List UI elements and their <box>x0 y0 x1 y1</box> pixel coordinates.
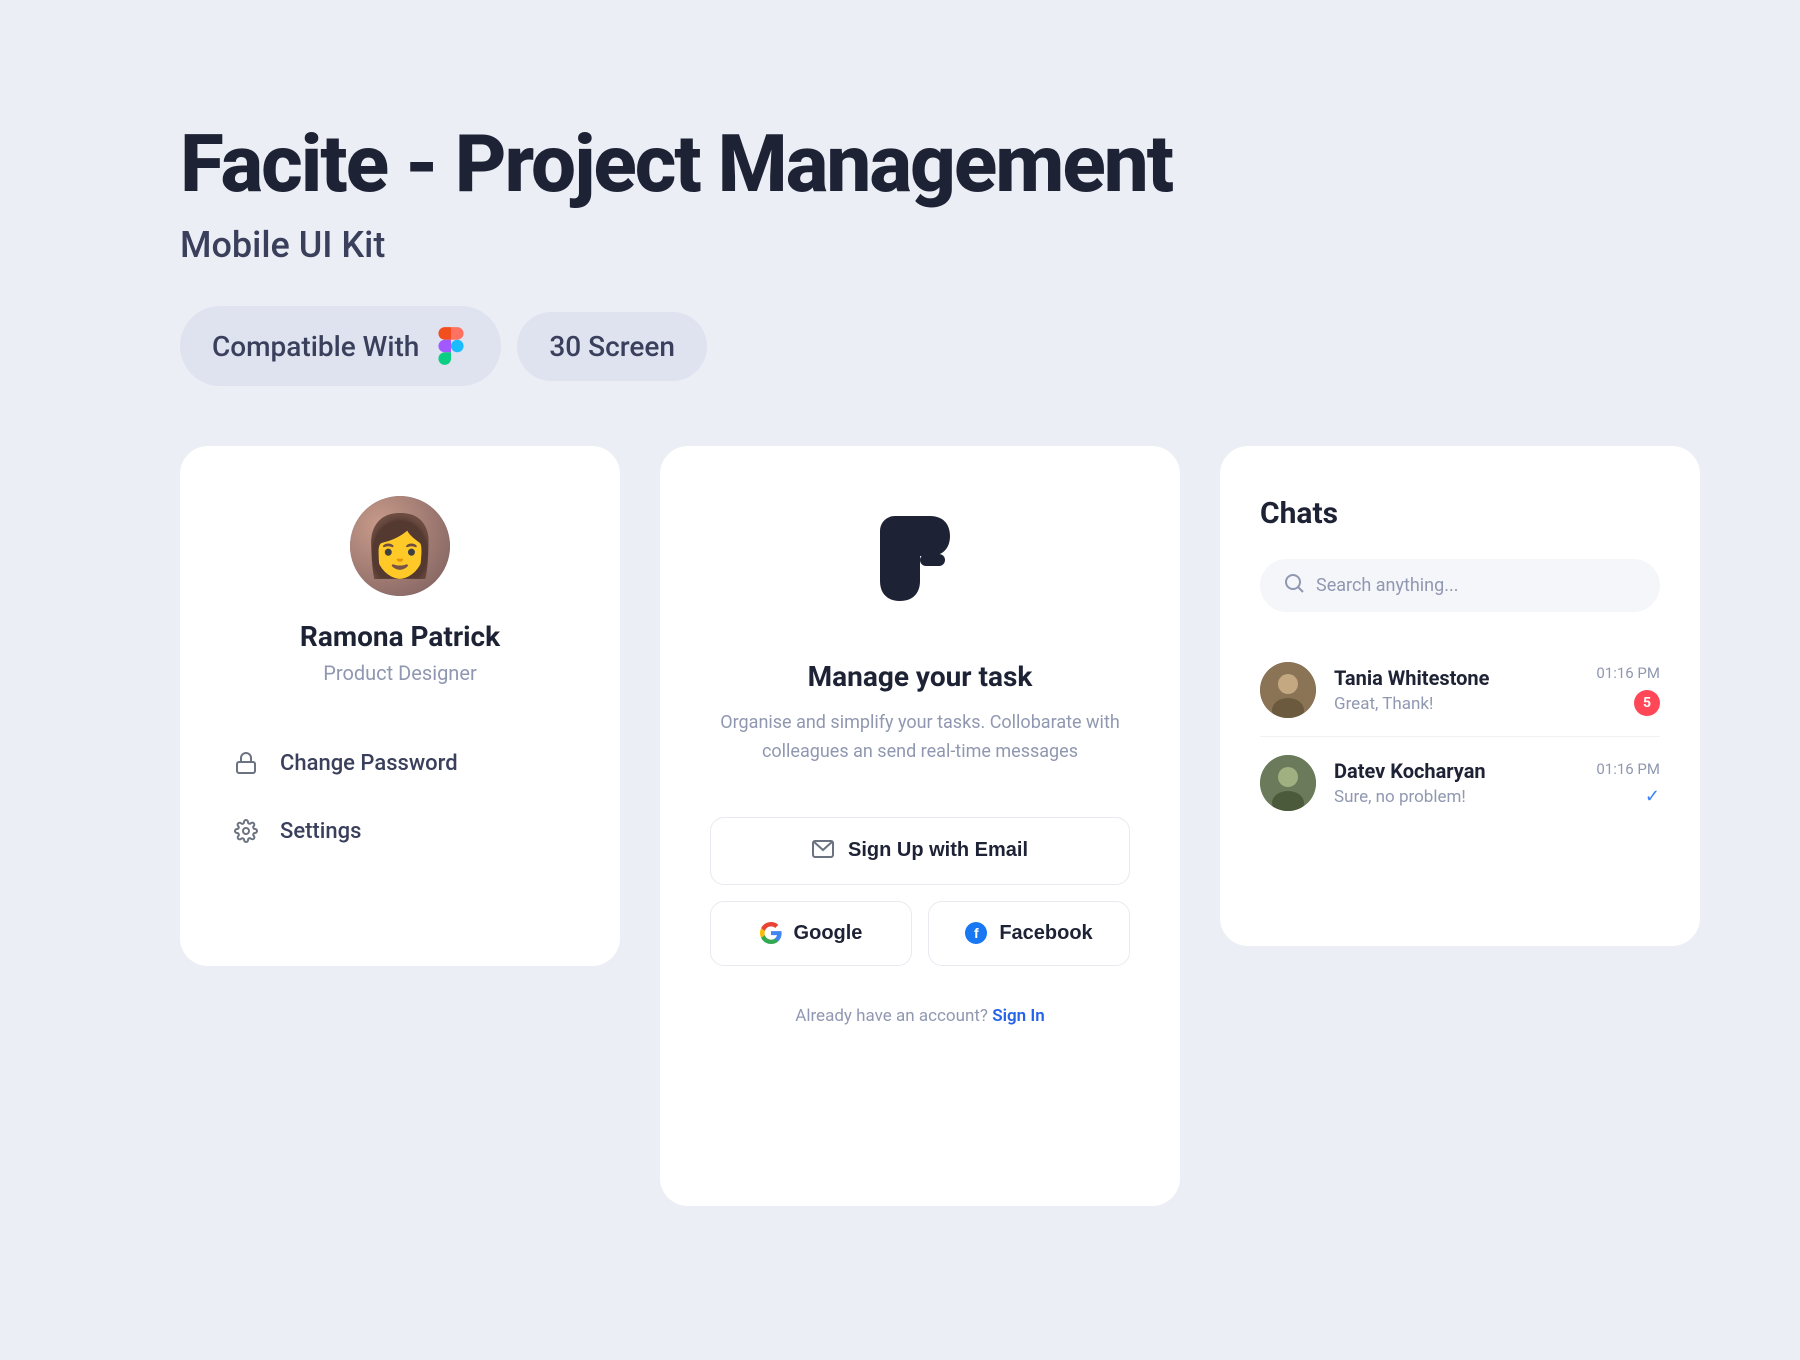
figma-icon <box>433 324 469 368</box>
signup-options: Sign Up with Email Google <box>710 817 1130 966</box>
chat-name-tania: Tania Whitestone <box>1334 666 1578 690</box>
app-description: Organise and simplify your tasks. Collob… <box>710 709 1130 767</box>
chat-badge-tania: 5 <box>1634 690 1660 716</box>
profile-name: Ramona Patrick <box>300 620 500 653</box>
f-logo-icon <box>875 506 965 616</box>
header-section: Facite - Project Management Mobile UI Ki… <box>180 120 1620 386</box>
chat-item[interactable]: Datev Kocharyan Sure, no problem! 01:16 … <box>1260 737 1660 829</box>
social-buttons-row: Google f Facebook <box>710 901 1130 966</box>
avatar-container <box>350 496 450 596</box>
change-password-item[interactable]: Change Password <box>220 733 580 793</box>
profile-role: Product Designer <box>323 661 476 685</box>
chat-info-datev: Datev Kocharyan Sure, no problem! <box>1334 759 1578 807</box>
mail-icon <box>812 838 834 864</box>
chat-message-tania: Great, Thank! <box>1334 694 1578 714</box>
signup-facebook-label: Facebook <box>999 922 1092 945</box>
chat-meta-datev: 01:16 PM ✓ <box>1596 760 1660 807</box>
page-container: Facite - Project Management Mobile UI Ki… <box>0 0 1800 1360</box>
chat-meta-tania: 01:16 PM 5 <box>1596 664 1660 716</box>
avatar-image <box>350 496 450 596</box>
search-placeholder: Search anything... <box>1316 575 1458 596</box>
screen-count-label: 30 Screen <box>549 330 675 363</box>
settings-label: Settings <box>280 819 361 844</box>
profile-menu: Change Password Settings <box>220 733 580 861</box>
signup-facebook-button[interactable]: f Facebook <box>928 901 1130 966</box>
chat-item[interactable]: Tania Whitestone Great, Thank! 01:16 PM … <box>1260 644 1660 737</box>
compatible-badge: Compatible With <box>180 306 501 386</box>
signup-google-button[interactable]: Google <box>710 901 912 966</box>
badges-row: Compatible With 30 Screen <box>180 306 1620 386</box>
lock-icon <box>232 749 260 777</box>
google-icon <box>760 922 782 944</box>
sign-in-link[interactable]: Sign In <box>992 1006 1045 1026</box>
chats-card: Chats Search anything... <box>1220 446 1700 946</box>
app-logo <box>875 506 965 620</box>
chat-time-tania: 01:16 PM <box>1596 664 1660 682</box>
subtitle: Mobile UI Kit <box>180 224 1620 266</box>
chat-checkmark-datev: ✓ <box>1645 786 1660 807</box>
chats-title: Chats <box>1260 496 1660 531</box>
search-icon <box>1284 573 1304 598</box>
screen-count-badge: 30 Screen <box>517 312 707 381</box>
signup-google-label: Google <box>794 922 863 945</box>
chat-avatar-tania <box>1260 662 1316 718</box>
chat-list: Tania Whitestone Great, Thank! 01:16 PM … <box>1260 644 1660 829</box>
compatible-label: Compatible With <box>212 330 419 363</box>
settings-item[interactable]: Settings <box>220 801 580 861</box>
gear-icon <box>232 817 260 845</box>
avatar <box>350 496 450 596</box>
already-account-text: Already have an account? Sign In <box>795 1006 1045 1026</box>
search-bar[interactable]: Search anything... <box>1260 559 1660 612</box>
cards-section: Ramona Patrick Product Designer Change P… <box>180 446 1620 1206</box>
profile-card: Ramona Patrick Product Designer Change P… <box>180 446 620 966</box>
facebook-icon: f <box>965 922 987 944</box>
chat-info-tania: Tania Whitestone Great, Thank! <box>1334 666 1578 714</box>
chat-message-datev: Sure, no problem! <box>1334 787 1578 807</box>
signup-email-label: Sign Up with Email <box>848 839 1028 862</box>
chat-avatar-datev <box>1260 755 1316 811</box>
change-password-label: Change Password <box>280 751 458 776</box>
chat-time-datev: 01:16 PM <box>1596 760 1660 778</box>
signup-email-button[interactable]: Sign Up with Email <box>710 817 1130 885</box>
app-title: Manage your task <box>808 660 1033 693</box>
signup-card: Manage your task Organise and simplify y… <box>660 446 1180 1206</box>
main-title: Facite - Project Management <box>180 120 1620 208</box>
chat-name-datev: Datev Kocharyan <box>1334 759 1578 783</box>
